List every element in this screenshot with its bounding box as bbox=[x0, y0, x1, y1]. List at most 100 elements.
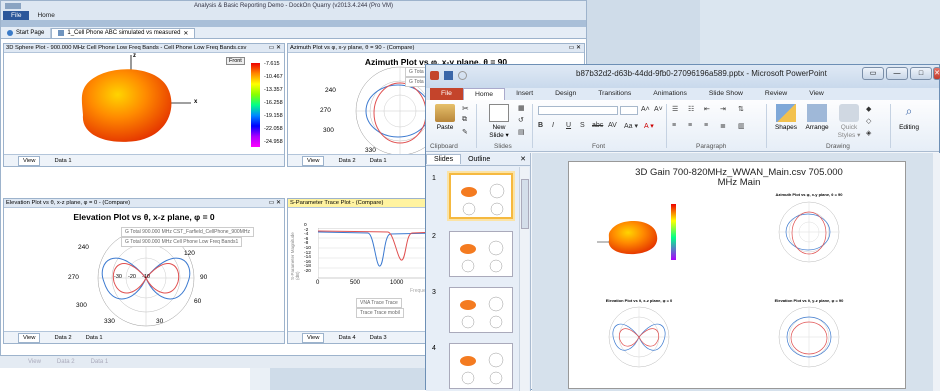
view-tab[interactable]: View bbox=[302, 155, 325, 166]
shape-fill-icon[interactable]: ◆ bbox=[866, 105, 871, 113]
font-size-box[interactable] bbox=[620, 106, 638, 115]
bullets-icon[interactable]: ☰ bbox=[672, 105, 678, 113]
data-tab[interactable]: Data 2 bbox=[54, 335, 71, 341]
maximize-button[interactable]: □ bbox=[910, 67, 932, 80]
slide-vertical-scrollbar[interactable] bbox=[933, 153, 940, 391]
align-center-icon[interactable]: ≡ bbox=[688, 122, 692, 129]
text-direction-icon[interactable]: ⇅ bbox=[738, 105, 744, 113]
panel-controls-icon[interactable]: ▭ ✕ bbox=[269, 199, 281, 207]
shadow-button[interactable]: S bbox=[580, 122, 585, 129]
new-slide-button[interactable]: New Slide ▾ bbox=[484, 104, 514, 139]
indent-icon[interactable]: ⇤ bbox=[704, 105, 710, 113]
align-left-icon[interactable]: ≡ bbox=[672, 122, 676, 129]
data-tab[interactable]: Data 2 bbox=[338, 158, 355, 164]
cut-icon[interactable]: ✂ bbox=[462, 104, 469, 113]
data-tab[interactable]: Data 4 bbox=[338, 335, 355, 341]
shape-outline-icon[interactable]: ◇ bbox=[866, 117, 871, 125]
slide-thumbnail-3[interactable] bbox=[449, 287, 513, 333]
tab-view[interactable]: View bbox=[798, 88, 835, 100]
view-tab[interactable]: View bbox=[18, 155, 41, 166]
tab-start-page[interactable]: Start Page bbox=[1, 27, 52, 38]
scrollbar-thumb[interactable] bbox=[521, 179, 529, 229]
data-tab[interactable]: Data 1 bbox=[86, 335, 103, 341]
align-right-icon[interactable]: ≡ bbox=[704, 122, 708, 129]
tab-slides[interactable]: Slides bbox=[426, 154, 462, 164]
character-spacing-button[interactable]: AV bbox=[608, 122, 617, 129]
panel-controls-icon[interactable]: ▭ ✕ bbox=[269, 44, 281, 52]
restore-ribbon-button[interactable]: ▭ bbox=[862, 67, 884, 80]
tab-file[interactable]: File bbox=[430, 88, 463, 100]
close-pane-icon[interactable]: ✕ bbox=[520, 155, 526, 163]
ribbon-separator bbox=[532, 104, 533, 148]
colorbar-label: -16.258 bbox=[264, 100, 283, 106]
slide-number: 2 bbox=[432, 233, 436, 240]
columns-icon[interactable]: ▥ bbox=[738, 122, 745, 130]
arrange-button[interactable]: Arrange bbox=[802, 104, 832, 131]
slide-thumbnail-2[interactable] bbox=[449, 231, 513, 277]
slides-pane-scrollbar[interactable] bbox=[519, 167, 529, 391]
powerpoint-logo-icon[interactable] bbox=[430, 71, 439, 80]
quarry-file-tab[interactable]: File bbox=[3, 11, 30, 20]
close-tab-icon[interactable]: ✕ bbox=[183, 30, 188, 37]
numbering-icon[interactable]: ☷ bbox=[688, 105, 694, 113]
outdent-icon[interactable]: ⇥ bbox=[720, 105, 726, 113]
sphere-panel-header: 3D Sphere Plot - 900.000 MHz Cell Phone … bbox=[4, 44, 284, 53]
slide-azimuth-label: Azimuth Plot vs φ, x-y plane, θ = 90 bbox=[775, 192, 843, 197]
elevation-panel-footer: View Data 2 Data 1 bbox=[4, 331, 284, 343]
quarry-home-tab[interactable]: Home bbox=[29, 11, 62, 20]
elevation-plot-area[interactable]: Elevation Plot vs θ, x-z plane, φ = 0 G … bbox=[6, 210, 282, 329]
data-tab: Data 2 bbox=[56, 359, 75, 365]
tab-cell-phone-label: 1_Cell Phone ABC simulated vs measured bbox=[67, 30, 181, 36]
section-icon[interactable]: ▤ bbox=[518, 128, 525, 136]
close-window-button[interactable]: ✕ bbox=[933, 67, 940, 80]
data-tab[interactable]: Data 1 bbox=[370, 158, 387, 164]
italic-button[interactable]: I bbox=[552, 122, 554, 129]
group-clipboard-label: Clipboard bbox=[430, 143, 458, 150]
font-name-box[interactable] bbox=[538, 106, 618, 115]
sphere-plot-area[interactable]: Front z x -7.615 -10.467 -13.357 -16.258… bbox=[6, 53, 283, 152]
strikethrough-button[interactable]: abc bbox=[592, 122, 603, 129]
tab-animations[interactable]: Animations bbox=[642, 88, 698, 100]
tab-insert[interactable]: Insert bbox=[505, 88, 544, 100]
view-tab: View bbox=[28, 359, 41, 365]
underline-button[interactable]: U bbox=[566, 122, 571, 129]
change-case-button[interactable]: Aa ▾ bbox=[624, 122, 638, 130]
azimuth-tick: 270 bbox=[320, 107, 331, 114]
undo-icon[interactable] bbox=[458, 71, 467, 80]
shape-effects-icon[interactable]: ◈ bbox=[866, 129, 871, 137]
tab-design[interactable]: Design bbox=[544, 88, 587, 100]
quick-styles-icon bbox=[839, 104, 859, 122]
grow-font-button[interactable]: A˄ bbox=[641, 106, 650, 113]
tab-review[interactable]: Review bbox=[754, 88, 798, 100]
minimize-button[interactable]: — bbox=[886, 67, 908, 80]
axis-x-label: x bbox=[194, 99, 198, 105]
tab-cell-phone[interactable]: 1_Cell Phone ABC simulated vs measured ✕ bbox=[51, 27, 196, 38]
format-painter-icon[interactable]: ✎ bbox=[462, 128, 468, 136]
shrink-font-button[interactable]: A˅ bbox=[654, 106, 663, 113]
quick-styles-button[interactable]: Quick Styles ▾ bbox=[834, 104, 864, 139]
layout-icon[interactable]: ▦ bbox=[518, 104, 525, 112]
data-tab[interactable]: Data 3 bbox=[370, 335, 387, 341]
font-color-button[interactable]: A ▾ bbox=[644, 122, 654, 130]
view-tab[interactable]: View bbox=[18, 332, 41, 343]
paste-button[interactable]: Paste bbox=[432, 104, 458, 131]
slide-thumbnail-1[interactable] bbox=[449, 173, 513, 219]
save-icon[interactable] bbox=[444, 71, 453, 80]
bold-button[interactable]: B bbox=[538, 122, 543, 129]
shapes-button[interactable]: Shapes bbox=[772, 104, 800, 131]
current-slide[interactable]: 3D Gain 700-820MHz_WWAN_Main.csv 705.000… bbox=[568, 161, 906, 389]
panel-controls-icon[interactable]: ▭ ✕ bbox=[569, 44, 581, 52]
colorbar-label: -22.058 bbox=[264, 126, 283, 132]
tab-outline[interactable]: Outline bbox=[461, 155, 497, 164]
reset-icon[interactable]: ↺ bbox=[518, 116, 524, 124]
copy-icon[interactable]: ⧉ bbox=[462, 116, 467, 124]
data-tab[interactable]: Data 1 bbox=[54, 158, 71, 164]
view-tab[interactable]: View bbox=[302, 332, 325, 343]
tab-transitions[interactable]: Transitions bbox=[587, 88, 642, 100]
editing-button[interactable]: ⌕ Editing bbox=[894, 104, 924, 131]
tab-slide-show[interactable]: Slide Show bbox=[698, 88, 754, 100]
justify-icon[interactable]: ≣ bbox=[720, 122, 726, 130]
slide-thumbnail-4[interactable] bbox=[449, 343, 513, 389]
slide-editing-area: 3D Gain 700-820MHz_WWAN_Main.csv 705.000… bbox=[532, 153, 940, 391]
tab-home[interactable]: Home bbox=[462, 88, 506, 100]
